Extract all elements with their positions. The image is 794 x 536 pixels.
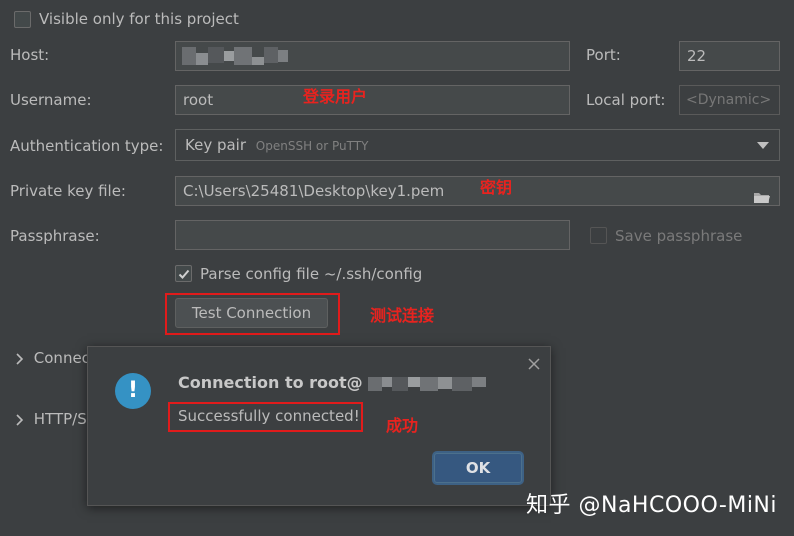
dropdown-arrow-icon [757, 142, 769, 149]
username-input[interactable]: root [175, 85, 570, 115]
parse-config-label: Parse config file ~/.ssh/config [200, 265, 423, 283]
private-key-label: Private key file: [10, 182, 126, 200]
redacted-host-mosaic [182, 47, 288, 65]
watermark: 知乎 @NaHCOOO-MiNi [526, 493, 777, 518]
dialog-title: Connection to root@ [178, 373, 487, 392]
annotation-test-connection: 测试连接 [370, 306, 435, 325]
auth-type-value: Key pair [185, 136, 247, 154]
local-port-label: Local port: [586, 91, 666, 109]
visible-only-checkbox[interactable] [14, 11, 31, 28]
chevron-right-icon [16, 352, 24, 365]
connection-dialog: ! Connection to root@ Successfully conne… [87, 346, 551, 506]
annotation-success: 成功 [386, 416, 419, 435]
dialog-message: Successfully connected! [178, 407, 360, 425]
private-key-input[interactable]: C:\Users\25481\Desktop\key1.pem [175, 176, 780, 206]
host-input[interactable] [175, 41, 570, 71]
auth-type-label: Authentication type: [10, 137, 164, 155]
port-label: Port: [586, 46, 621, 64]
checkbox-icon [178, 269, 190, 279]
annotation-key: 密钥 [480, 178, 513, 197]
local-port-input[interactable]: <Dynamic> [679, 85, 780, 115]
passphrase-input[interactable] [175, 220, 570, 250]
redacted-ip-mosaic [368, 376, 487, 391]
port-input[interactable]: 22 [679, 41, 780, 71]
dialog-title-text: Connection to root@ [178, 373, 363, 392]
folder-icon[interactable] [753, 185, 771, 205]
close-icon[interactable] [528, 356, 540, 374]
visible-only-label: Visible only for this project [39, 10, 239, 28]
passphrase-label: Passphrase: [10, 227, 100, 245]
section-http[interactable]: HTTP/S [15, 410, 87, 428]
section-connection[interactable]: Connec [15, 349, 90, 367]
ok-button[interactable]: OK [434, 453, 522, 483]
annotation-login-user: 登录用户 [303, 87, 368, 106]
parse-config-checkbox[interactable] [175, 265, 192, 282]
save-passphrase-label: Save passphrase [615, 227, 743, 245]
section-connection-label: Connec [33, 349, 90, 367]
host-label: Host: [10, 46, 50, 64]
private-key-value: C:\Users\25481\Desktop\key1.pem [183, 182, 445, 200]
section-http-label: HTTP/S [33, 410, 87, 428]
test-connection-button[interactable]: Test Connection [175, 298, 328, 328]
save-passphrase-checkbox[interactable] [590, 227, 607, 244]
auth-type-select[interactable]: Key pair OpenSSH or PuTTY [175, 129, 780, 161]
auth-type-hint: OpenSSH or PuTTY [255, 139, 369, 153]
info-icon: ! [115, 373, 151, 409]
chevron-right-icon [16, 413, 24, 426]
username-label: Username: [10, 91, 92, 109]
